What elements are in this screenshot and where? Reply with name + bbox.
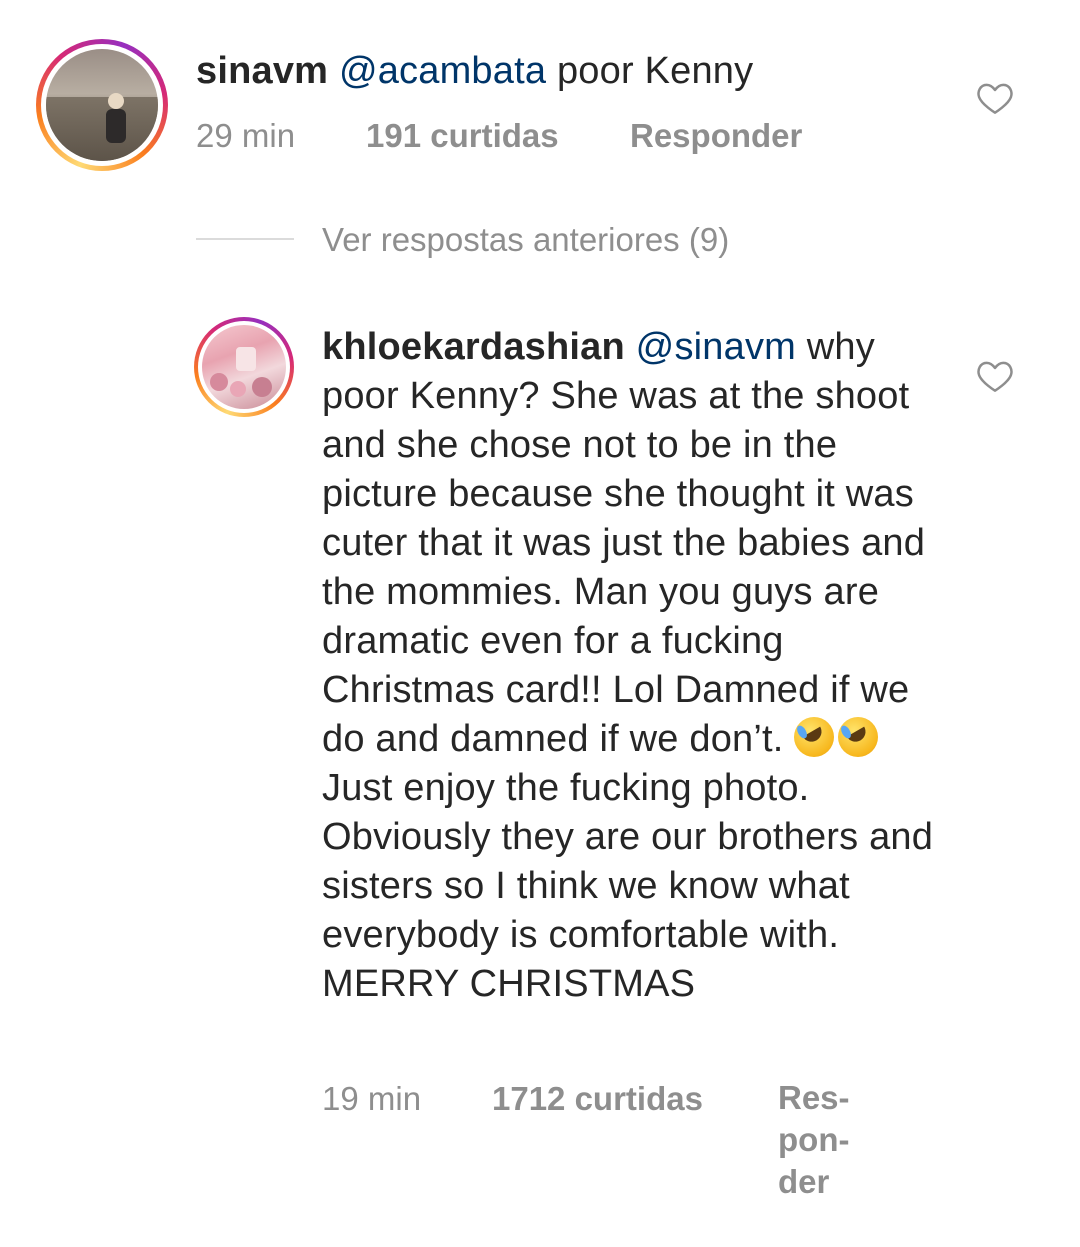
reply-label: der [778,1163,830,1200]
comment-body: why poor Kenny? She was at the shoot and… [322,326,926,760]
avatar-ring[interactable] [36,39,168,171]
replies-divider [196,238,294,240]
username[interactable]: sinavm [196,50,328,92]
mention-link[interactable]: @acambata [339,50,546,92]
reply-button[interactable]: Res- pon- der [778,1077,850,1203]
likes-count[interactable]: 1712 curtidas [492,1080,703,1118]
mention-link[interactable]: @sinavm [636,326,796,368]
heart-icon[interactable] [976,359,1014,393]
reply-label: pon- [778,1121,850,1158]
avatar [202,325,286,409]
username[interactable]: khloekardashian [322,326,625,368]
comment-text: sinavm @acambata poor Kenny [196,47,753,96]
heart-icon[interactable] [976,81,1014,115]
laughing-emoji-icon [794,717,835,757]
comment-text: khloekardashian @sinavm why poor Kenny? … [322,323,934,1009]
likes-count[interactable]: 191 curtidas [366,117,559,155]
laughing-emoji-icon [838,717,879,757]
avatar-ring[interactable] [194,317,294,417]
comment-time: 29 min [196,117,296,154]
reply-button[interactable]: Responder [630,117,802,155]
comment-time: 19 min [322,1080,422,1117]
view-replies-link[interactable]: Ver respostas anteriores (9) [322,221,729,259]
comment-body: poor Kenny [546,50,754,92]
reply-label: Res- [778,1079,850,1116]
comment-body-continued: Just enjoy the fucking photo. Obviously … [322,767,934,1005]
avatar [46,49,158,161]
